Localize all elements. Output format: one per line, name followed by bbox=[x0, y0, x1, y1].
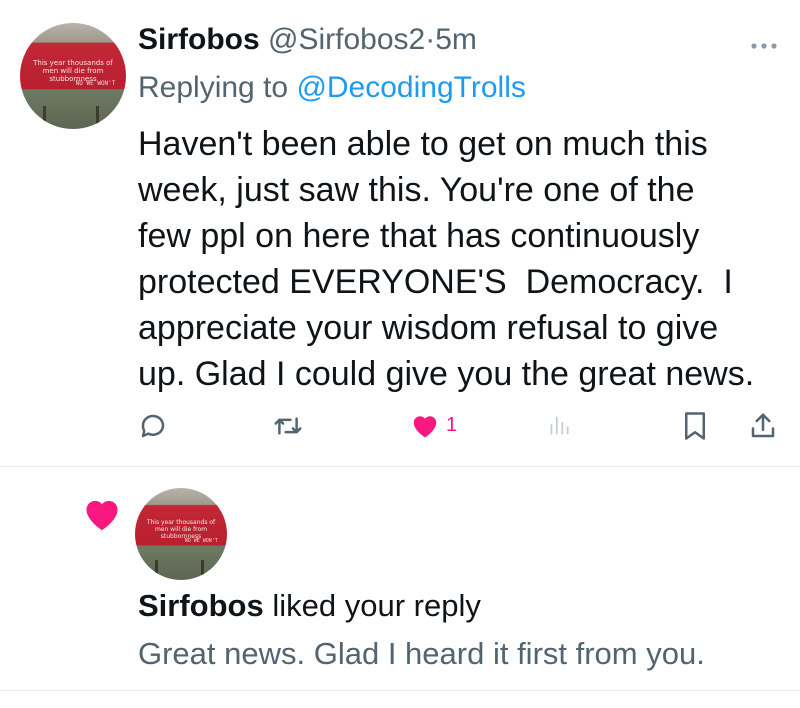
tweet-actions: 1 bbox=[0, 405, 800, 449]
tweet-body-line: up. Glad I could give you the great news… bbox=[138, 355, 755, 393]
divider bbox=[0, 466, 800, 467]
share-icon[interactable] bbox=[748, 411, 778, 441]
replying-to-mention[interactable]: @DecodingTrolls bbox=[296, 71, 525, 104]
avatar-post bbox=[201, 559, 205, 580]
avatar-post bbox=[96, 105, 100, 129]
tweet-body-line: appreciate your wisdom refusal to give bbox=[138, 309, 719, 347]
avatar-post bbox=[155, 559, 159, 580]
display-name[interactable]: Sirfobos bbox=[138, 23, 260, 56]
like-button[interactable]: 1 bbox=[410, 411, 457, 439]
tweet-body-line: protected EVERYONE'S Democracy. I bbox=[138, 263, 733, 301]
tweet-body-line: few ppl on here that has continuously bbox=[138, 217, 700, 255]
avatar-banner-note: NO WE WON'T bbox=[184, 537, 218, 544]
divider bbox=[0, 690, 800, 691]
tweet-header: Sirfobos @Sirfobos2·5m bbox=[138, 20, 477, 60]
avatar[interactable]: This year thousands of men will die from… bbox=[20, 23, 126, 129]
avatar-banner-note: NO WE WON'T bbox=[75, 80, 116, 88]
notification-user[interactable]: Sirfobos bbox=[138, 588, 264, 623]
tweet-body: Haven't been able to get on much this we… bbox=[138, 121, 778, 397]
notification-action: liked your reply bbox=[263, 588, 481, 623]
avatar[interactable]: This year thousands of men will die from… bbox=[135, 488, 227, 580]
retweet-icon[interactable] bbox=[272, 411, 304, 441]
reply-icon[interactable] bbox=[138, 411, 168, 441]
tweet-body-line: week, just saw this. You're one of the bbox=[138, 171, 695, 209]
heart-filled-icon bbox=[81, 494, 123, 537]
notification-line[interactable]: Sirfobos liked your reply bbox=[138, 586, 481, 626]
tweet[interactable]: This year thousands of men will die from… bbox=[0, 0, 800, 466]
more-horizontal-icon[interactable] bbox=[750, 30, 778, 56]
notification-reply-text[interactable]: Great news. Glad I heard it first from y… bbox=[138, 634, 705, 674]
like-count: 1 bbox=[446, 413, 458, 436]
tweet-body-line: Haven't been able to get on much this bbox=[138, 125, 708, 163]
bookmark-icon[interactable] bbox=[682, 411, 708, 441]
replying-prefix: Replying to bbox=[138, 71, 289, 104]
replying-to: Replying to @DecodingTrolls bbox=[138, 68, 526, 108]
avatar-post bbox=[43, 105, 47, 129]
separator: · bbox=[425, 23, 436, 56]
user-handle[interactable]: @Sirfobos2 bbox=[268, 23, 425, 56]
timestamp[interactable]: 5m bbox=[435, 23, 477, 56]
heart-filled-icon bbox=[410, 411, 440, 439]
views-icon[interactable] bbox=[546, 411, 572, 439]
